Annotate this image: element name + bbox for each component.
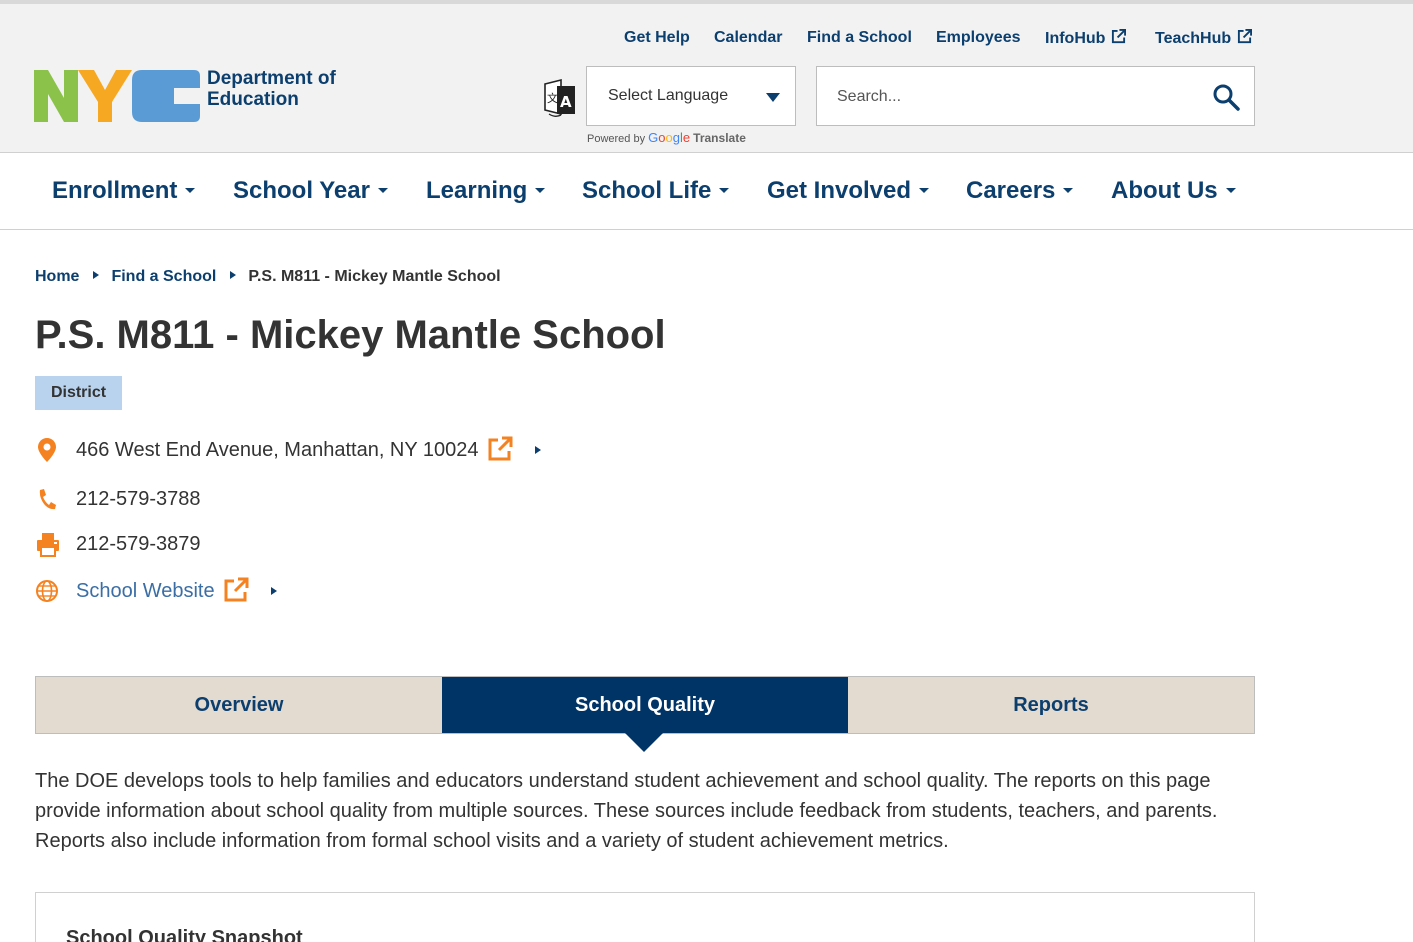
- search-box: [816, 66, 1255, 126]
- nav-school-year-label: School Year: [233, 177, 370, 204]
- nav-careers-label: Careers: [966, 177, 1056, 204]
- chevron-down-icon: [535, 188, 546, 193]
- snapshot-heading: School Quality Snapshot: [66, 927, 303, 942]
- dept-line-1: Department of: [207, 68, 336, 89]
- external-link-icon: [1112, 29, 1127, 44]
- utility-link-infohub[interactable]: InfoHub: [1045, 29, 1127, 48]
- chevron-down-icon: [377, 188, 388, 193]
- utility-link-calendar[interactable]: Calendar: [714, 29, 782, 47]
- translate-icon: A 文: [544, 78, 575, 117]
- intro-paragraph: The DOE develops tools to help families …: [35, 770, 1218, 852]
- nav-learning[interactable]: Learning: [426, 177, 546, 205]
- active-tab-pointer: [625, 733, 663, 752]
- svg-text:文: 文: [547, 91, 558, 105]
- fax-number: 212-579-3879: [76, 533, 201, 555]
- chevron-down-icon: [1225, 188, 1236, 193]
- translate-label: Translate: [693, 131, 746, 145]
- nav-school-life-label: School Life: [582, 177, 712, 204]
- tab-school-quality[interactable]: School Quality: [442, 677, 848, 733]
- search-input[interactable]: [837, 85, 1197, 109]
- nav-about-us-label: About Us: [1111, 177, 1218, 204]
- chevron-right-icon: [230, 271, 237, 279]
- nav-get-involved[interactable]: Get Involved: [767, 177, 930, 205]
- school-website-link[interactable]: School Website: [76, 580, 215, 603]
- map-pin-icon: [38, 438, 56, 462]
- breadcrumb: Home Find a School P.S. M811 - Mickey Mant…: [35, 268, 501, 286]
- chevron-down-icon: [919, 188, 930, 193]
- chevron-down-icon: [719, 188, 730, 193]
- external-link-icon[interactable]: [487, 436, 513, 462]
- department-name[interactable]: Department of Education: [207, 68, 336, 110]
- chevron-down-icon: [1063, 188, 1074, 193]
- phone-icon: [39, 489, 56, 510]
- nav-school-year[interactable]: School Year: [233, 177, 388, 205]
- nav-enrollment[interactable]: Enrollment: [52, 177, 196, 205]
- phone-row: 212-579-3788: [35, 485, 335, 515]
- utility-link-find-a-school[interactable]: Find a School: [807, 29, 912, 47]
- infohub-label: InfoHub: [1045, 30, 1106, 47]
- nav-school-life[interactable]: School Life: [582, 177, 730, 205]
- language-select-value: Select Language: [608, 87, 729, 104]
- nav-enrollment-label: Enrollment: [52, 177, 178, 204]
- site-header: Department of Education Get Help Calenda…: [0, 0, 1413, 153]
- chevron-right-icon: [271, 587, 277, 595]
- website-row: School Website: [35, 577, 295, 607]
- dept-line-2: Education: [207, 89, 299, 110]
- nav-about-us[interactable]: About Us: [1111, 177, 1236, 205]
- external-link-icon[interactable]: [223, 577, 249, 603]
- page-title: P.S. M811 - Mickey Mantle School: [35, 313, 666, 357]
- breadcrumb-home[interactable]: Home: [35, 268, 79, 285]
- nav-get-involved-label: Get Involved: [767, 177, 912, 204]
- tab-overview[interactable]: Overview: [36, 677, 442, 733]
- search-icon[interactable]: [1212, 83, 1240, 111]
- tab-reports[interactable]: Reports: [848, 677, 1254, 733]
- chevron-down-icon: [766, 93, 780, 102]
- fax-row: 212-579-3879: [35, 530, 335, 560]
- district-badge: District: [35, 376, 122, 410]
- address-link[interactable]: 466 West End Avenue, Manhattan, NY 10024: [76, 439, 479, 462]
- nyc-logo[interactable]: [34, 64, 204, 126]
- nav-careers[interactable]: Careers: [966, 177, 1074, 205]
- utility-link-employees[interactable]: Employees: [936, 29, 1020, 47]
- nav-learning-label: Learning: [426, 177, 528, 204]
- school-quality-snapshot-card: School Quality Snapshot: [35, 892, 1255, 942]
- chevron-right-icon: [93, 271, 100, 279]
- svg-text:A: A: [560, 93, 572, 111]
- teachhub-label: TeachHub: [1155, 30, 1232, 47]
- powered-by-label: Powered by: [587, 133, 646, 145]
- chevron-down-icon: [185, 188, 196, 193]
- address-row: 466 West End Avenue, Manhattan, NY 10024: [35, 436, 555, 466]
- google-logo-text: Google: [648, 130, 691, 145]
- external-link-icon: [1238, 29, 1253, 44]
- language-select[interactable]: Select Language: [586, 66, 796, 126]
- printer-icon: [37, 533, 59, 557]
- globe-icon: [36, 580, 58, 602]
- main-navigation: Enrollment School Year Learning School L…: [0, 153, 1413, 230]
- utility-link-get-help[interactable]: Get Help: [624, 29, 690, 47]
- chevron-right-icon: [535, 446, 541, 454]
- breadcrumb-current: P.S. M811 - Mickey Mantle School: [248, 268, 501, 285]
- school-tabs: Overview School Quality Reports: [35, 676, 1255, 734]
- breadcrumb-find-a-school[interactable]: Find a School: [111, 268, 216, 285]
- google-translate-attribution[interactable]: Powered by Google Translate: [587, 130, 746, 145]
- utility-link-teachhub[interactable]: TeachHub: [1155, 29, 1253, 48]
- phone-number: 212-579-3788: [76, 488, 201, 510]
